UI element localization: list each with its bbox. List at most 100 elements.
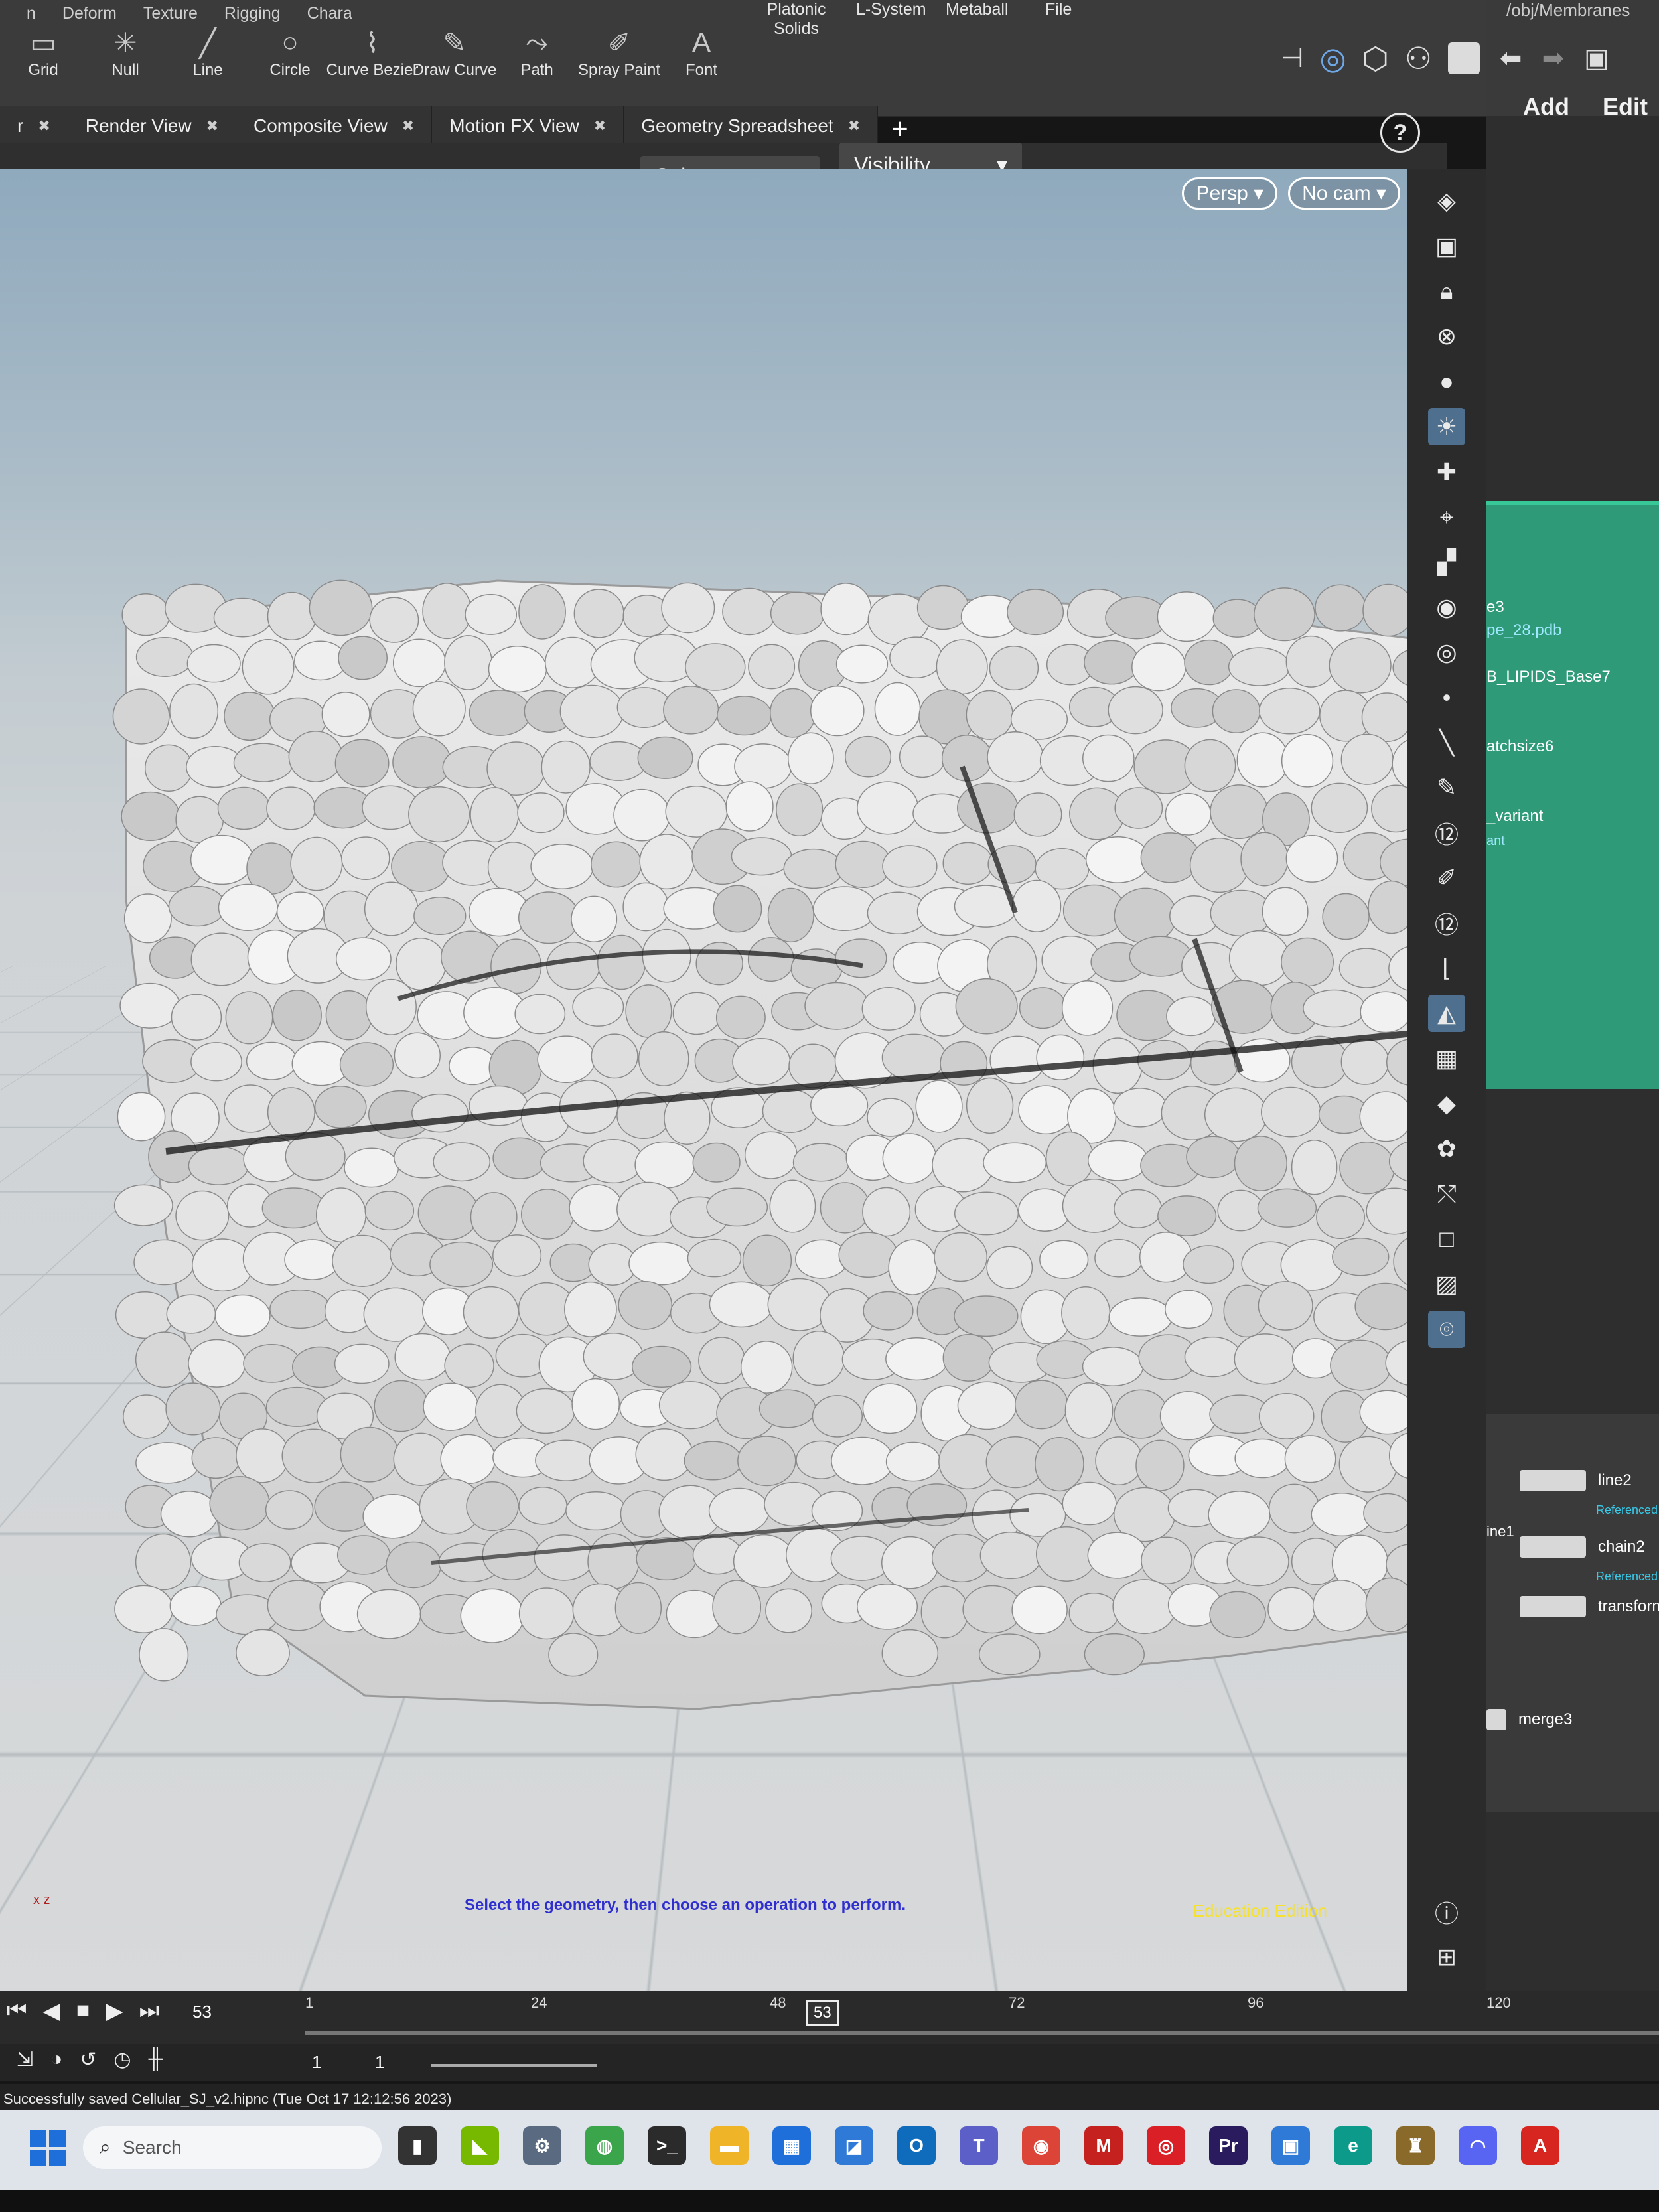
pin-location-icon[interactable]: ⌾ bbox=[1428, 1311, 1465, 1348]
add-tab-button[interactable]: + bbox=[878, 113, 922, 146]
close-icon[interactable]: ✖ bbox=[848, 117, 860, 135]
light-add-icon[interactable]: ✚ bbox=[1428, 453, 1465, 490]
param-item[interactable]: e3 bbox=[1486, 598, 1504, 617]
shelf-tab[interactable]: n bbox=[27, 0, 36, 27]
tab-partial[interactable]: r ✖ bbox=[0, 106, 68, 146]
close-icon[interactable]: ✖ bbox=[402, 117, 414, 135]
eye-slash-icon[interactable]: ◎ bbox=[1428, 634, 1465, 671]
shaded-icon[interactable]: ◭ bbox=[1428, 995, 1465, 1032]
premiere-icon[interactable]: Pr bbox=[1209, 2126, 1248, 2165]
close-circle-icon[interactable]: ⊗ bbox=[1428, 318, 1465, 355]
desktop-icon[interactable] bbox=[1448, 42, 1480, 74]
add-menu[interactable]: Add bbox=[1523, 93, 1569, 121]
tab-composite-view[interactable]: Composite View ✖ bbox=[236, 106, 433, 146]
eye-icon[interactable]: ◉ bbox=[1428, 589, 1465, 626]
globe-icon[interactable]: ◍ bbox=[585, 2126, 624, 2165]
light-icon[interactable]: ☀ bbox=[1428, 408, 1465, 445]
network-path[interactable]: /obj/Membranes bbox=[1506, 0, 1630, 21]
store-icon[interactable]: ▦ bbox=[772, 2126, 811, 2165]
taskbar-search[interactable]: ⌕ Search bbox=[83, 2126, 382, 2169]
tab-geometry-spreadsheet[interactable]: Geometry Spreadsheet ✖ bbox=[624, 106, 879, 146]
close-icon[interactable]: ✖ bbox=[206, 117, 218, 135]
play-back-icon[interactable]: ◀ bbox=[43, 1998, 60, 2024]
window-icon[interactable]: ▣ bbox=[1271, 2126, 1310, 2165]
shelf-tab-deform[interactable]: Deform bbox=[62, 0, 117, 27]
settings-icon[interactable]: ⚙ bbox=[523, 2126, 561, 2165]
node-line2[interactable]: line2 bbox=[1520, 1470, 1632, 1491]
photos-icon[interactable]: ◪ bbox=[835, 2126, 873, 2165]
creative-cloud-icon[interactable]: ◎ bbox=[1147, 2126, 1185, 2165]
discord-icon[interactable]: ◠ bbox=[1459, 2126, 1497, 2165]
node-transform1[interactable]: transform1 bbox=[1520, 1596, 1659, 1617]
tab-motion-fx-view[interactable]: Motion FX View ✖ bbox=[432, 106, 624, 146]
outlook-icon[interactable]: O bbox=[897, 2126, 936, 2165]
platonic-solids-tool[interactable]: Platonic Solids bbox=[757, 0, 836, 38]
display-options-icon[interactable]: ◈ bbox=[1428, 183, 1465, 220]
path-tool[interactable]: ⤳ Path bbox=[507, 24, 567, 80]
spray-paint-tool[interactable]: ✐ Spray Paint bbox=[578, 24, 660, 80]
diamond-icon[interactable]: ◆ bbox=[1428, 1085, 1465, 1122]
people-icon[interactable]: ⚇ bbox=[1405, 40, 1432, 76]
skip-end-icon[interactable]: ⏭ bbox=[139, 1998, 159, 2024]
node-merge3[interactable]: merge3 bbox=[1486, 1709, 1572, 1730]
cube-icon[interactable]: ⬡ bbox=[1362, 40, 1389, 76]
acrobat-icon[interactable]: A bbox=[1521, 2126, 1559, 2165]
param-item[interactable]: _variant bbox=[1486, 807, 1543, 826]
pin-icon[interactable]: ⊣ bbox=[1281, 43, 1304, 74]
param-item[interactable]: B_LIPIDS_Base7 bbox=[1486, 668, 1611, 686]
chrome-icon[interactable]: ◉ bbox=[1022, 2126, 1060, 2165]
frame-field[interactable]: 53 bbox=[192, 2002, 212, 2022]
ghost-icon[interactable]: ▣ bbox=[1428, 228, 1465, 265]
sphere-icon[interactable]: ● bbox=[1428, 363, 1465, 400]
game-icon[interactable]: ♜ bbox=[1396, 2126, 1435, 2165]
image-icon[interactable]: ▨ bbox=[1428, 1266, 1465, 1303]
range-end-field[interactable]: 1 bbox=[375, 2052, 384, 2073]
skip-start-icon[interactable]: ⏮ bbox=[7, 1998, 27, 2024]
windows-start-icon[interactable] bbox=[30, 2130, 66, 2166]
number-12b-icon[interactable]: ⑫ bbox=[1428, 905, 1465, 942]
persp-button[interactable]: Persp ▾ bbox=[1182, 177, 1278, 210]
font-tool[interactable]: A Font bbox=[672, 24, 731, 80]
scene-viewport[interactable]: Persp ▾ No cam ▾ x z Select the geometry… bbox=[0, 169, 1427, 2008]
current-frame-marker[interactable]: 53 bbox=[806, 2000, 839, 2026]
edge-icon[interactable]: e bbox=[1334, 2126, 1372, 2165]
membrane-geometry[interactable] bbox=[100, 567, 1427, 1749]
node-chain2[interactable]: chain2 bbox=[1520, 1536, 1645, 1558]
gmail-icon[interactable]: M bbox=[1084, 2126, 1123, 2165]
param-item[interactable]: pe_28.pdb bbox=[1486, 621, 1561, 640]
node-graph[interactable]: line2 Referenced chain2 Referenced trans… bbox=[1486, 1414, 1659, 1812]
range-slider[interactable] bbox=[431, 2064, 597, 2067]
stop-icon[interactable]: ■ bbox=[76, 1998, 90, 2024]
shelf-tab-rigging[interactable]: Rigging bbox=[224, 0, 281, 27]
audio-icon[interactable]: ◑ bbox=[50, 2048, 62, 2071]
terminal-icon[interactable]: >_ bbox=[648, 2126, 686, 2165]
box-icon[interactable]: □ bbox=[1428, 1220, 1465, 1258]
pen-icon[interactable]: ✎ bbox=[1428, 769, 1465, 806]
location-icon[interactable]: ⌖ bbox=[1428, 498, 1465, 536]
lock-icon[interactable]: 🔒︎ bbox=[1428, 273, 1465, 310]
realtime-icon[interactable]: ◷ bbox=[113, 2048, 131, 2071]
line-tool[interactable]: ╱ Line bbox=[178, 24, 238, 80]
help-button[interactable]: ? bbox=[1380, 113, 1420, 153]
camera-button[interactable]: No cam ▾ bbox=[1288, 177, 1400, 210]
network-type-icon[interactable]: ▣ bbox=[1584, 43, 1609, 74]
tick-marks-icon[interactable]: ╫ bbox=[149, 2048, 163, 2071]
tab-render-view[interactable]: Render View ✖ bbox=[68, 106, 236, 146]
range-start-field[interactable]: 1 bbox=[312, 2052, 321, 2073]
checkerboard-icon[interactable]: ▦ bbox=[1428, 1040, 1465, 1077]
explorer-icon[interactable]: ▬ bbox=[710, 2126, 749, 2165]
info-icon[interactable]: ⓘ bbox=[1428, 1893, 1465, 1931]
curve-bezier-tool[interactable]: ⌇ Curve Bezier bbox=[326, 24, 419, 80]
circle-tool[interactable]: ○ Circle bbox=[260, 24, 320, 80]
draw-curve-tool[interactable]: ✎ Draw Curve bbox=[413, 24, 497, 80]
param-item[interactable]: atchsize6 bbox=[1486, 737, 1553, 756]
grid-view-icon[interactable]: ⊞ bbox=[1428, 1939, 1465, 1976]
nvidia-icon[interactable]: ◣ bbox=[461, 2126, 499, 2165]
shelf-tab-character[interactable]: Chara bbox=[307, 0, 352, 27]
number-12-icon[interactable]: ⑫ bbox=[1428, 814, 1465, 851]
target-icon[interactable]: ◎ bbox=[1319, 40, 1346, 76]
forward-arrow-icon[interactable]: ➡ bbox=[1542, 43, 1565, 74]
teams-icon[interactable]: T bbox=[960, 2126, 998, 2165]
back-arrow-icon[interactable]: ⬅ bbox=[1500, 43, 1522, 74]
loop-icon[interactable]: ↺ bbox=[80, 2048, 96, 2071]
